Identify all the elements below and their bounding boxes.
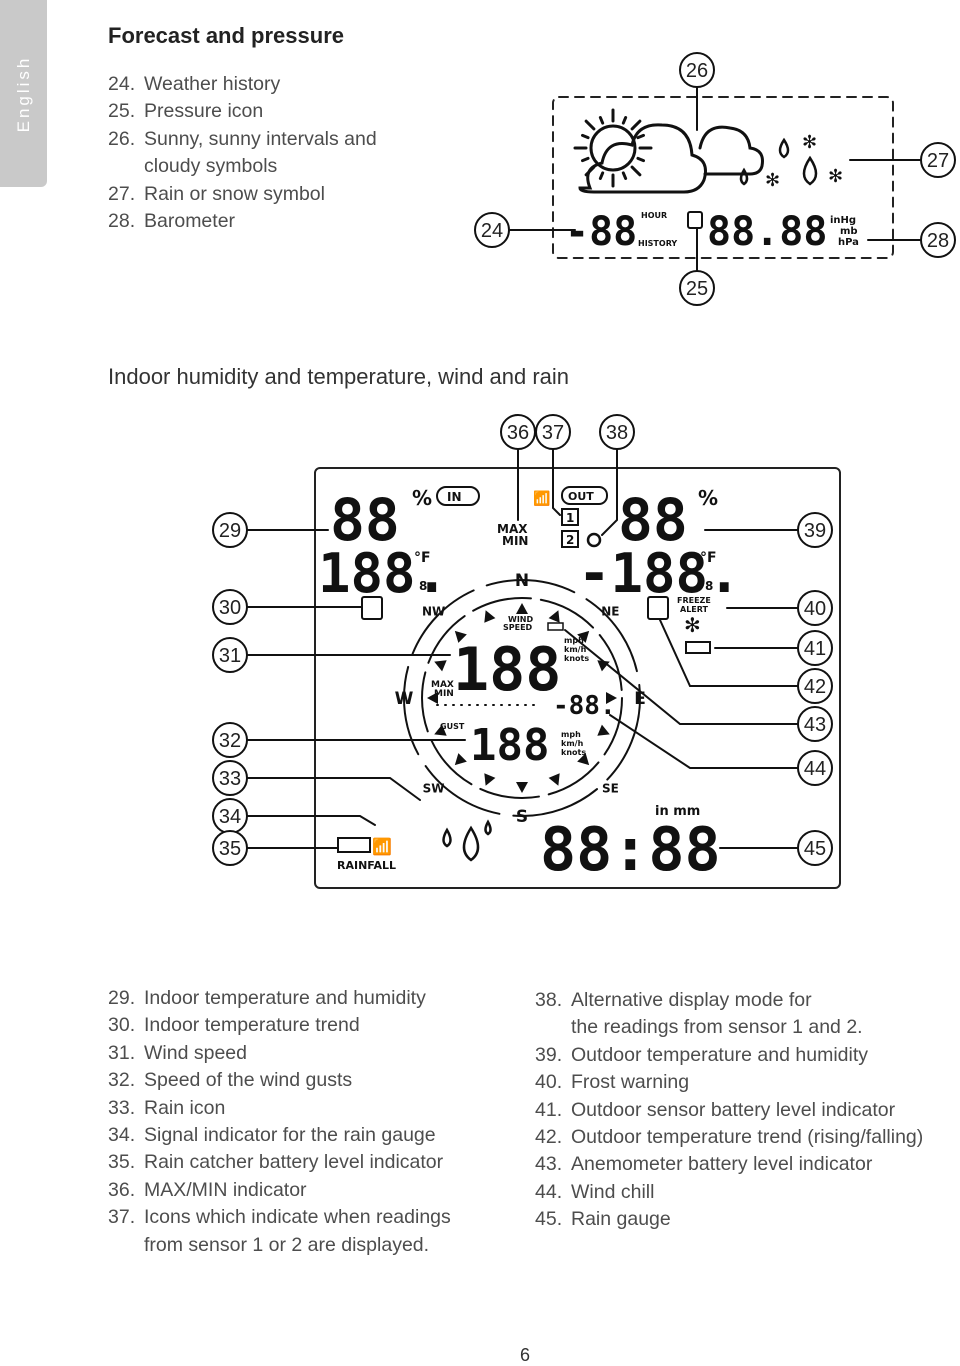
diagrams: ✻ ✻ ✻ -88 HOUR HISTORY 88.88 inHg mb hPa… — [212, 52, 956, 889]
pressure-digits: 88.88 — [707, 209, 827, 255]
rain-icon — [442, 819, 492, 862]
callout-number: 34 — [219, 806, 241, 828]
callout-number: 39 — [804, 520, 826, 542]
rain-battery-icon — [337, 837, 371, 853]
outdoor-decimal: 8 — [705, 579, 713, 593]
svg-text:✻: ✻ — [828, 166, 843, 186]
wind-direction-arrow — [548, 773, 560, 786]
sensor-1-label: 1 — [566, 511, 574, 525]
unit-hpa: hPa — [838, 237, 859, 248]
compass-label: NE — [601, 605, 619, 619]
callout-number: 36 — [507, 422, 529, 444]
wind-direction-arrow — [548, 610, 560, 623]
percent-sign: % — [412, 486, 432, 510]
wind-direction-arrow — [434, 660, 447, 672]
callout-number: 38 — [606, 422, 628, 444]
callout-number: 31 — [219, 645, 241, 667]
compass-label: NW — [422, 605, 445, 619]
compass-label: N — [515, 571, 529, 591]
unit-mb: mb — [840, 226, 858, 237]
rain-snow-icons: ✻ ✻ ✻ — [739, 132, 843, 190]
wind-direction-arrow — [516, 782, 528, 793]
wind-direction-arrow — [516, 603, 528, 614]
forecast-diagram: ✻ ✻ ✻ -88 HOUR HISTORY 88.88 inHg mb hPa… — [474, 52, 956, 306]
wind-direction-arrow — [597, 724, 610, 736]
percent-sign-out: % — [698, 486, 718, 510]
wind-speed-digits: 188 — [453, 635, 561, 705]
wind-chill-digits: -88. — [553, 691, 616, 721]
sun-icon — [573, 108, 653, 188]
compass-label: SE — [602, 781, 619, 795]
wind-direction-arrow — [454, 753, 467, 766]
cloud-icon — [578, 123, 764, 194]
callout-number: 30 — [219, 597, 241, 619]
callout-number: 45 — [804, 838, 826, 860]
min-label: MIN — [502, 534, 528, 548]
wind-unit-kmh: km/h — [564, 645, 587, 654]
svg-text:✻: ✻ — [765, 170, 780, 190]
callout-number: 35 — [219, 838, 241, 860]
svg-text:✻: ✻ — [802, 132, 817, 152]
alert-label: ALERT — [680, 605, 709, 614]
callout-number: 27 — [927, 150, 949, 172]
callout-number: 33 — [219, 768, 241, 790]
callout-number: 24 — [481, 220, 503, 242]
gust-unit-mph: mph — [561, 730, 581, 739]
indoor-deg-unit: °F — [414, 550, 431, 566]
callout-number: 42 — [804, 676, 826, 698]
anemometer-battery-icon — [547, 622, 564, 631]
outdoor-battery-icon — [685, 641, 711, 654]
callout-number: 43 — [804, 714, 826, 736]
freeze-label: FREEZE — [677, 596, 711, 605]
outdoor-deg-unit: °F — [700, 550, 717, 566]
rain-signal-icon: 📶 — [372, 837, 392, 856]
callout-number: 40 — [804, 598, 826, 620]
callout-number: 44 — [804, 758, 826, 780]
unit-inhg: inHg — [830, 215, 856, 226]
callout-number: 29 — [219, 520, 241, 542]
console-diagram: 88 % IN 188. °F 8 MAX MIN 📶 OUT 1 2 88 %… — [212, 414, 841, 889]
wind-direction-arrow — [484, 773, 496, 786]
history-label: HISTORY — [638, 239, 677, 248]
compass-label: W — [395, 689, 414, 709]
snowflake-icon: ✻ — [684, 615, 701, 637]
wind-unit-knots: knots — [564, 654, 589, 663]
compass-label: S — [516, 807, 528, 827]
wind-direction-arrow — [484, 610, 496, 623]
indoor-decimal: 8 — [419, 579, 427, 593]
speed-label: SPEED — [503, 623, 533, 632]
rainfall-label: RAINFALL — [337, 859, 396, 872]
compass-label: SW — [423, 781, 445, 795]
in-label: IN — [447, 490, 462, 504]
gust-digits: 188 — [470, 720, 549, 771]
rain-gauge-digits: 88:88 — [540, 815, 721, 885]
out-label: OUT — [568, 490, 594, 503]
callout-number: 32 — [219, 730, 241, 752]
signal-icon: 📶 — [533, 490, 550, 507]
callout-number: 28 — [927, 230, 949, 252]
sensor-2-label: 2 — [566, 533, 574, 547]
history-digits: -88 — [565, 209, 637, 255]
gust-label: GUST — [440, 722, 465, 731]
callout-number: 25 — [686, 278, 708, 300]
callout-number: 26 — [686, 60, 708, 82]
wind-min-label: MIN — [434, 689, 454, 699]
callout-number: 37 — [542, 422, 564, 444]
hour-label: HOUR — [641, 211, 667, 220]
pressure-trend-icon — [687, 211, 703, 229]
gust-unit-knots: knots — [561, 748, 586, 757]
gust-unit-kmh: km/h — [561, 739, 584, 748]
callout-number: 41 — [804, 638, 826, 660]
